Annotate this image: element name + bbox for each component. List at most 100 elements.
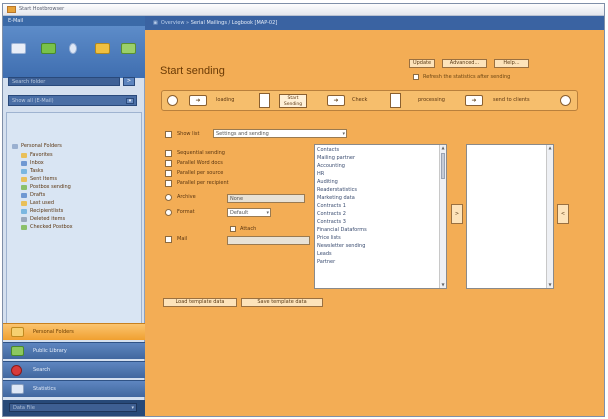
search-icon[interactable] — [69, 43, 77, 54]
title-bar: Start Hostbrowser — [3, 4, 604, 16]
add-to-target-button[interactable]: > — [451, 204, 463, 224]
check-icon — [21, 225, 27, 230]
left-toolbar — [3, 26, 145, 78]
folder-icon[interactable] — [95, 43, 110, 54]
folder-icon — [12, 144, 18, 149]
list-item[interactable]: Mailing partner — [317, 155, 355, 161]
start-sending-button[interactable]: Start Sending — [279, 94, 307, 108]
target-scrollbar[interactable]: ▲ ▼ — [546, 145, 553, 288]
list-item[interactable]: Contracts 1 — [317, 203, 346, 209]
step-check: Check — [352, 97, 368, 103]
tree-item-label: Recipientlists — [30, 208, 64, 214]
list-scrollbar[interactable]: ▲ ▼ — [439, 145, 446, 288]
list-item[interactable]: Contracts 3 — [317, 219, 346, 225]
send-receive-icon[interactable] — [41, 43, 56, 54]
chevron-down-icon: ▾ — [342, 131, 345, 137]
list-item[interactable]: Contacts — [317, 147, 339, 153]
advanced-button[interactable]: Advanced... — [442, 59, 487, 68]
show-list-checkbox[interactable] — [165, 131, 172, 138]
mail-label: Mail — [177, 236, 188, 242]
list-icon — [21, 209, 27, 214]
document-icon — [390, 93, 401, 108]
list-item[interactable]: Contracts 2 — [317, 211, 346, 217]
target-list[interactable]: ▲ ▼ — [466, 144, 554, 289]
show-list-select[interactable]: Settings and sending ▾ — [213, 129, 347, 138]
scroll-up-icon[interactable]: ▲ — [441, 146, 445, 150]
list-item[interactable]: HR — [317, 171, 324, 177]
option-checkbox[interactable] — [165, 170, 172, 177]
export-icon[interactable] — [121, 43, 136, 54]
nav-label: Personal Folders — [33, 329, 74, 335]
tree-root-label: Personal Folders — [21, 143, 62, 149]
option-label: Sequential sending — [177, 150, 225, 156]
remove-from-target-button[interactable]: < — [557, 204, 569, 224]
nav-statistics[interactable]: Statistics — [3, 380, 145, 397]
breadcrumb: ▣ Overview » Serial Mailings / Logbook [… — [153, 20, 277, 26]
arrow-right-icon: ➜ — [327, 95, 345, 106]
mail-checkbox[interactable] — [165, 236, 172, 243]
option-label: Parallel per recipient — [177, 180, 229, 186]
left-panel: E-Mail Search folder > Show all (E-Mail)… — [3, 16, 145, 416]
tree-item-label: Checked Postbox — [30, 224, 73, 230]
chevron-down-icon: ▾ — [126, 98, 134, 104]
scroll-down-icon[interactable]: ▼ — [441, 283, 445, 287]
scroll-up-icon[interactable]: ▲ — [548, 146, 552, 150]
list-item[interactable]: Leads — [317, 251, 332, 257]
format-select[interactable]: Default ▾ — [227, 208, 271, 217]
data-file-value: Data File — [13, 405, 35, 411]
inbox-icon — [21, 161, 27, 166]
search-icon — [11, 365, 22, 376]
source-list[interactable]: Contacts Mailing partner Accounting HR A… — [314, 144, 447, 289]
star-icon — [21, 153, 27, 158]
nav-personal-folders[interactable]: Personal Folders — [3, 323, 145, 340]
folder-search-button[interactable]: > — [123, 77, 135, 86]
format-radio[interactable] — [165, 209, 172, 216]
tree-item-label: Last used — [30, 200, 55, 206]
option-checkbox[interactable] — [165, 160, 172, 167]
mail-field[interactable] — [227, 236, 310, 245]
step-processing: processing — [418, 97, 445, 103]
list-item[interactable]: Marketing data — [317, 195, 355, 201]
list-item[interactable]: Accounting — [317, 163, 345, 169]
new-mail-icon[interactable] — [11, 43, 26, 54]
list-item[interactable]: Auditing — [317, 179, 338, 185]
list-item[interactable]: Price lists — [317, 235, 341, 241]
nav-public-library[interactable]: Public Library — [3, 342, 145, 359]
list-item[interactable]: Newsletter sending — [317, 243, 365, 249]
list-item[interactable]: Readerstatistics — [317, 187, 357, 193]
progress-steps: ➜ loading Start Sending ➜ Check processi… — [161, 90, 578, 111]
step-send: send to clients — [493, 97, 530, 103]
refresh-statistics-checkbox[interactable] — [413, 74, 419, 80]
scroll-down-icon[interactable]: ▼ — [548, 283, 552, 287]
load-template-button[interactable]: Load template data — [163, 298, 237, 307]
help-button[interactable]: Help... — [494, 59, 529, 68]
nav-search[interactable]: Search — [3, 361, 145, 378]
breadcrumb-overview[interactable]: Overview — [161, 20, 185, 26]
step-start-icon — [167, 95, 178, 106]
archive-select[interactable]: None — [227, 194, 305, 203]
option-label: Parallel Word docs — [177, 160, 223, 166]
folder-search-placeholder: Search folder — [12, 79, 46, 85]
archive-radio[interactable] — [165, 194, 172, 201]
left-panel-header: E-Mail — [3, 16, 145, 26]
attach-checkbox[interactable] — [230, 226, 236, 232]
data-file-select[interactable]: Data File ▾ — [9, 403, 137, 412]
update-button[interactable]: Update — [409, 59, 435, 68]
view-select[interactable]: Show all (E-Mail) ▾ — [8, 95, 137, 106]
view-select-value: Show all (E-Mail) — [12, 98, 54, 104]
attach-label: Attach — [240, 226, 257, 232]
option-checkbox[interactable] — [165, 150, 172, 157]
tree-item-label: Postbox sending — [30, 184, 71, 190]
option-checkbox[interactable] — [165, 180, 172, 187]
list-item[interactable]: Partner — [317, 259, 335, 265]
folder-search-input[interactable]: Search folder — [8, 77, 120, 86]
tab-bar: ▣ Overview » Serial Mailings / Logbook [… — [145, 16, 604, 30]
chevron-down-icon: ▾ — [266, 210, 269, 216]
save-template-button[interactable]: Save template data — [241, 298, 323, 307]
arrow-right-icon: ➜ — [465, 95, 483, 106]
left-panel-title: E-Mail — [8, 18, 24, 24]
tree-item-label: Inbox — [30, 160, 44, 166]
list-item[interactable]: Financial Dataforms — [317, 227, 367, 233]
scroll-thumb[interactable] — [441, 153, 445, 179]
arrow-right-icon: ➜ — [189, 95, 207, 106]
